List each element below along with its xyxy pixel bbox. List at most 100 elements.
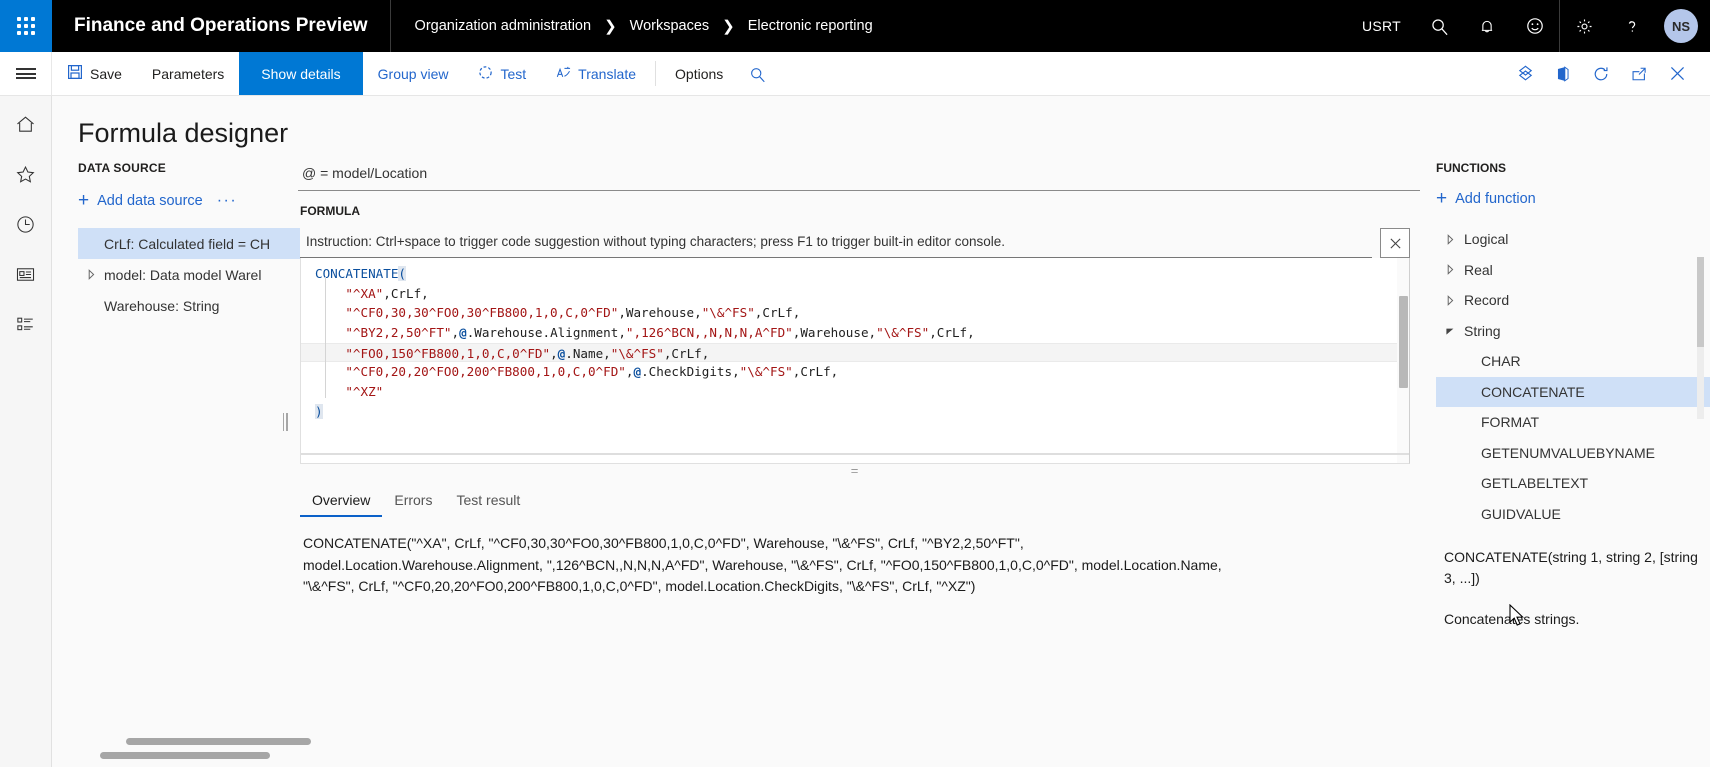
recent-clock-icon[interactable] bbox=[12, 210, 40, 238]
function-item-getenumvaluebyname[interactable]: GETENUMVALUEBYNAME bbox=[1436, 438, 1710, 469]
add-function-button[interactable]: + Add function bbox=[1436, 181, 1710, 216]
code-token: "\&^FS" bbox=[701, 305, 755, 321]
editor-resize-grip[interactable]: = bbox=[290, 464, 1420, 480]
editor-vertical-scrollbar[interactable] bbox=[1397, 258, 1409, 463]
avatar[interactable]: NS bbox=[1664, 9, 1698, 43]
data-source-pane: DATA SOURCE + Add data source ··· CrLf: … bbox=[52, 161, 302, 767]
function-item-format[interactable]: FORMAT bbox=[1436, 407, 1710, 438]
horizontal-scrollbar-thumb-upper[interactable] bbox=[126, 738, 311, 745]
tab-errors[interactable]: Errors bbox=[382, 486, 444, 517]
options-button[interactable]: Options bbox=[660, 52, 738, 95]
function-category-label: Record bbox=[1464, 292, 1510, 309]
test-button[interactable]: Test bbox=[463, 52, 541, 95]
notifications-bell-icon[interactable] bbox=[1463, 0, 1511, 52]
command-bar-right-tools bbox=[1506, 52, 1710, 95]
home-icon[interactable] bbox=[12, 110, 40, 138]
formula-code-editor[interactable]: CONCATENATE( "^XA",CrLf, "^CF0,30,30^FO0… bbox=[300, 258, 1410, 464]
translate-button[interactable]: Translate bbox=[541, 52, 651, 95]
data-source-tree-item-warehouse[interactable]: Warehouse: String bbox=[78, 290, 302, 321]
code-token: .CheckDigits, bbox=[641, 364, 740, 380]
app-launcher-icon[interactable] bbox=[0, 0, 52, 52]
company-code[interactable]: USRT bbox=[1348, 18, 1415, 34]
code-token: "^FO0,150^FB800,1,0,C,0^FD" bbox=[345, 345, 551, 361]
office-export-icon[interactable] bbox=[1544, 52, 1582, 96]
code-line[interactable]: "^FO0,150^FB800,1,0,C,0^FD",@.Name,"\&^F… bbox=[301, 342, 1409, 363]
code-token: ,CrLf, bbox=[754, 305, 801, 321]
chevron-right-icon[interactable] bbox=[1436, 233, 1464, 245]
function-category-record[interactable]: Record bbox=[1436, 285, 1710, 316]
close-icon[interactable] bbox=[1658, 52, 1696, 96]
code-token: ,CrLf, bbox=[929, 325, 975, 341]
app-title: Finance and Operations Preview bbox=[74, 15, 368, 36]
code-line[interactable]: CONCATENATE( bbox=[301, 264, 1409, 284]
code-line[interactable]: ) bbox=[301, 402, 1409, 422]
data-source-item-label: CrLf: Calculated field = CH bbox=[104, 235, 271, 252]
code-token: @ bbox=[633, 364, 642, 380]
settings-gear-icon[interactable] bbox=[1560, 0, 1608, 52]
tab-test-result[interactable]: Test result bbox=[444, 486, 532, 517]
data-source-tree-item-model[interactable]: model: Data model Warel bbox=[78, 259, 302, 290]
function-category-string[interactable]: String bbox=[1436, 316, 1710, 347]
chevron-right-icon[interactable] bbox=[1436, 294, 1464, 306]
help-question-icon[interactable] bbox=[1608, 0, 1656, 52]
code-token: ) bbox=[315, 403, 323, 419]
tab-overview[interactable]: Overview bbox=[300, 486, 383, 517]
feedback-smiley-icon[interactable] bbox=[1511, 0, 1559, 52]
plus-icon: + bbox=[1436, 188, 1448, 209]
code-token: ,CrLf, bbox=[792, 364, 839, 380]
code-line[interactable]: "^BY2,2,50^FT",@.Warehouse.Alignment,",1… bbox=[301, 323, 1409, 343]
function-item-char[interactable]: CHAR bbox=[1436, 346, 1710, 377]
breadcrumb-separator-icon: ❯ bbox=[604, 18, 617, 35]
show-details-button[interactable]: Show details bbox=[239, 52, 363, 95]
breadcrumb-item-electronic-reporting[interactable]: Electronic reporting bbox=[748, 18, 873, 34]
refresh-icon[interactable] bbox=[1582, 52, 1620, 96]
data-source-tree: CrLf: Calculated field = CH model: Data … bbox=[78, 228, 302, 321]
add-data-source-button[interactable]: + Add data source bbox=[78, 183, 203, 218]
attachments-icon[interactable] bbox=[1506, 52, 1544, 96]
code-token: "\&^FS" bbox=[739, 364, 793, 380]
editor-horizontal-scrollbar[interactable] bbox=[301, 453, 1409, 455]
code-token: , bbox=[550, 345, 558, 361]
chevron-right-icon[interactable] bbox=[78, 269, 104, 280]
open-in-new-window-icon[interactable] bbox=[1620, 52, 1658, 96]
close-icon[interactable] bbox=[1380, 228, 1410, 258]
hamburger-menu-icon[interactable] bbox=[0, 52, 52, 95]
search-icon[interactable] bbox=[1415, 0, 1463, 52]
function-item-concatenate[interactable]: CONCATENATE bbox=[1436, 376, 1710, 407]
workspaces-icon[interactable] bbox=[12, 260, 40, 288]
favorites-star-icon[interactable] bbox=[12, 160, 40, 188]
function-item-getlabeltext[interactable]: GETLABELTEXT bbox=[1436, 468, 1710, 499]
code-line[interactable]: "^CF0,20,20^FO0,200^FB800,1,0,C,0^FD",@.… bbox=[301, 362, 1409, 382]
scrollbar-thumb[interactable] bbox=[1399, 296, 1408, 388]
function-description: Concatenates strings. bbox=[1444, 611, 1580, 627]
command-separator bbox=[655, 61, 657, 86]
function-category-logical[interactable]: Logical bbox=[1436, 224, 1710, 255]
formula-code-content[interactable]: CONCATENATE( "^XA",CrLf, "^CF0,30,30^FO0… bbox=[301, 258, 1409, 422]
code-line[interactable]: "^CF0,30,30^FO0,30^FB800,1,0,C,0^FD",War… bbox=[301, 303, 1409, 323]
formula-pane: @ = model/Location FORMULA Instruction: … bbox=[290, 161, 1428, 767]
code-line[interactable]: "^XZ" bbox=[301, 382, 1409, 402]
data-source-more-options-button[interactable]: ··· bbox=[217, 192, 237, 210]
breadcrumb-item-organization-administration[interactable]: Organization administration bbox=[415, 18, 592, 34]
chevron-right-icon[interactable] bbox=[1436, 264, 1464, 276]
code-token: "^CF0,20,20^FO0,200^FB800,1,0,C,0^FD" bbox=[345, 364, 626, 380]
horizontal-scrollbar-thumb-lower[interactable] bbox=[100, 752, 270, 759]
parameters-button[interactable]: Parameters bbox=[137, 52, 239, 95]
code-token: , bbox=[451, 325, 460, 341]
group-view-button[interactable]: Group view bbox=[363, 52, 464, 95]
save-button[interactable]: Save bbox=[52, 52, 137, 95]
code-token: ,Warehouse, bbox=[618, 305, 702, 321]
code-line[interactable]: "^XA",CrLf, bbox=[301, 284, 1409, 304]
functions-scrollbar-thumb[interactable] bbox=[1697, 257, 1704, 347]
pane-resize-handle[interactable] bbox=[280, 411, 290, 433]
function-item-guidvalue[interactable]: GUIDVALUE bbox=[1436, 499, 1710, 530]
search-icon[interactable] bbox=[738, 52, 776, 96]
chevron-down-icon[interactable] bbox=[1436, 326, 1464, 336]
test-icon bbox=[478, 65, 493, 83]
breadcrumb-item-workspaces[interactable]: Workspaces bbox=[630, 18, 710, 34]
data-source-tree-item-crlf[interactable]: CrLf: Calculated field = CH bbox=[78, 228, 302, 259]
modules-list-icon[interactable] bbox=[12, 310, 40, 338]
function-category-real[interactable]: Real bbox=[1436, 255, 1710, 286]
